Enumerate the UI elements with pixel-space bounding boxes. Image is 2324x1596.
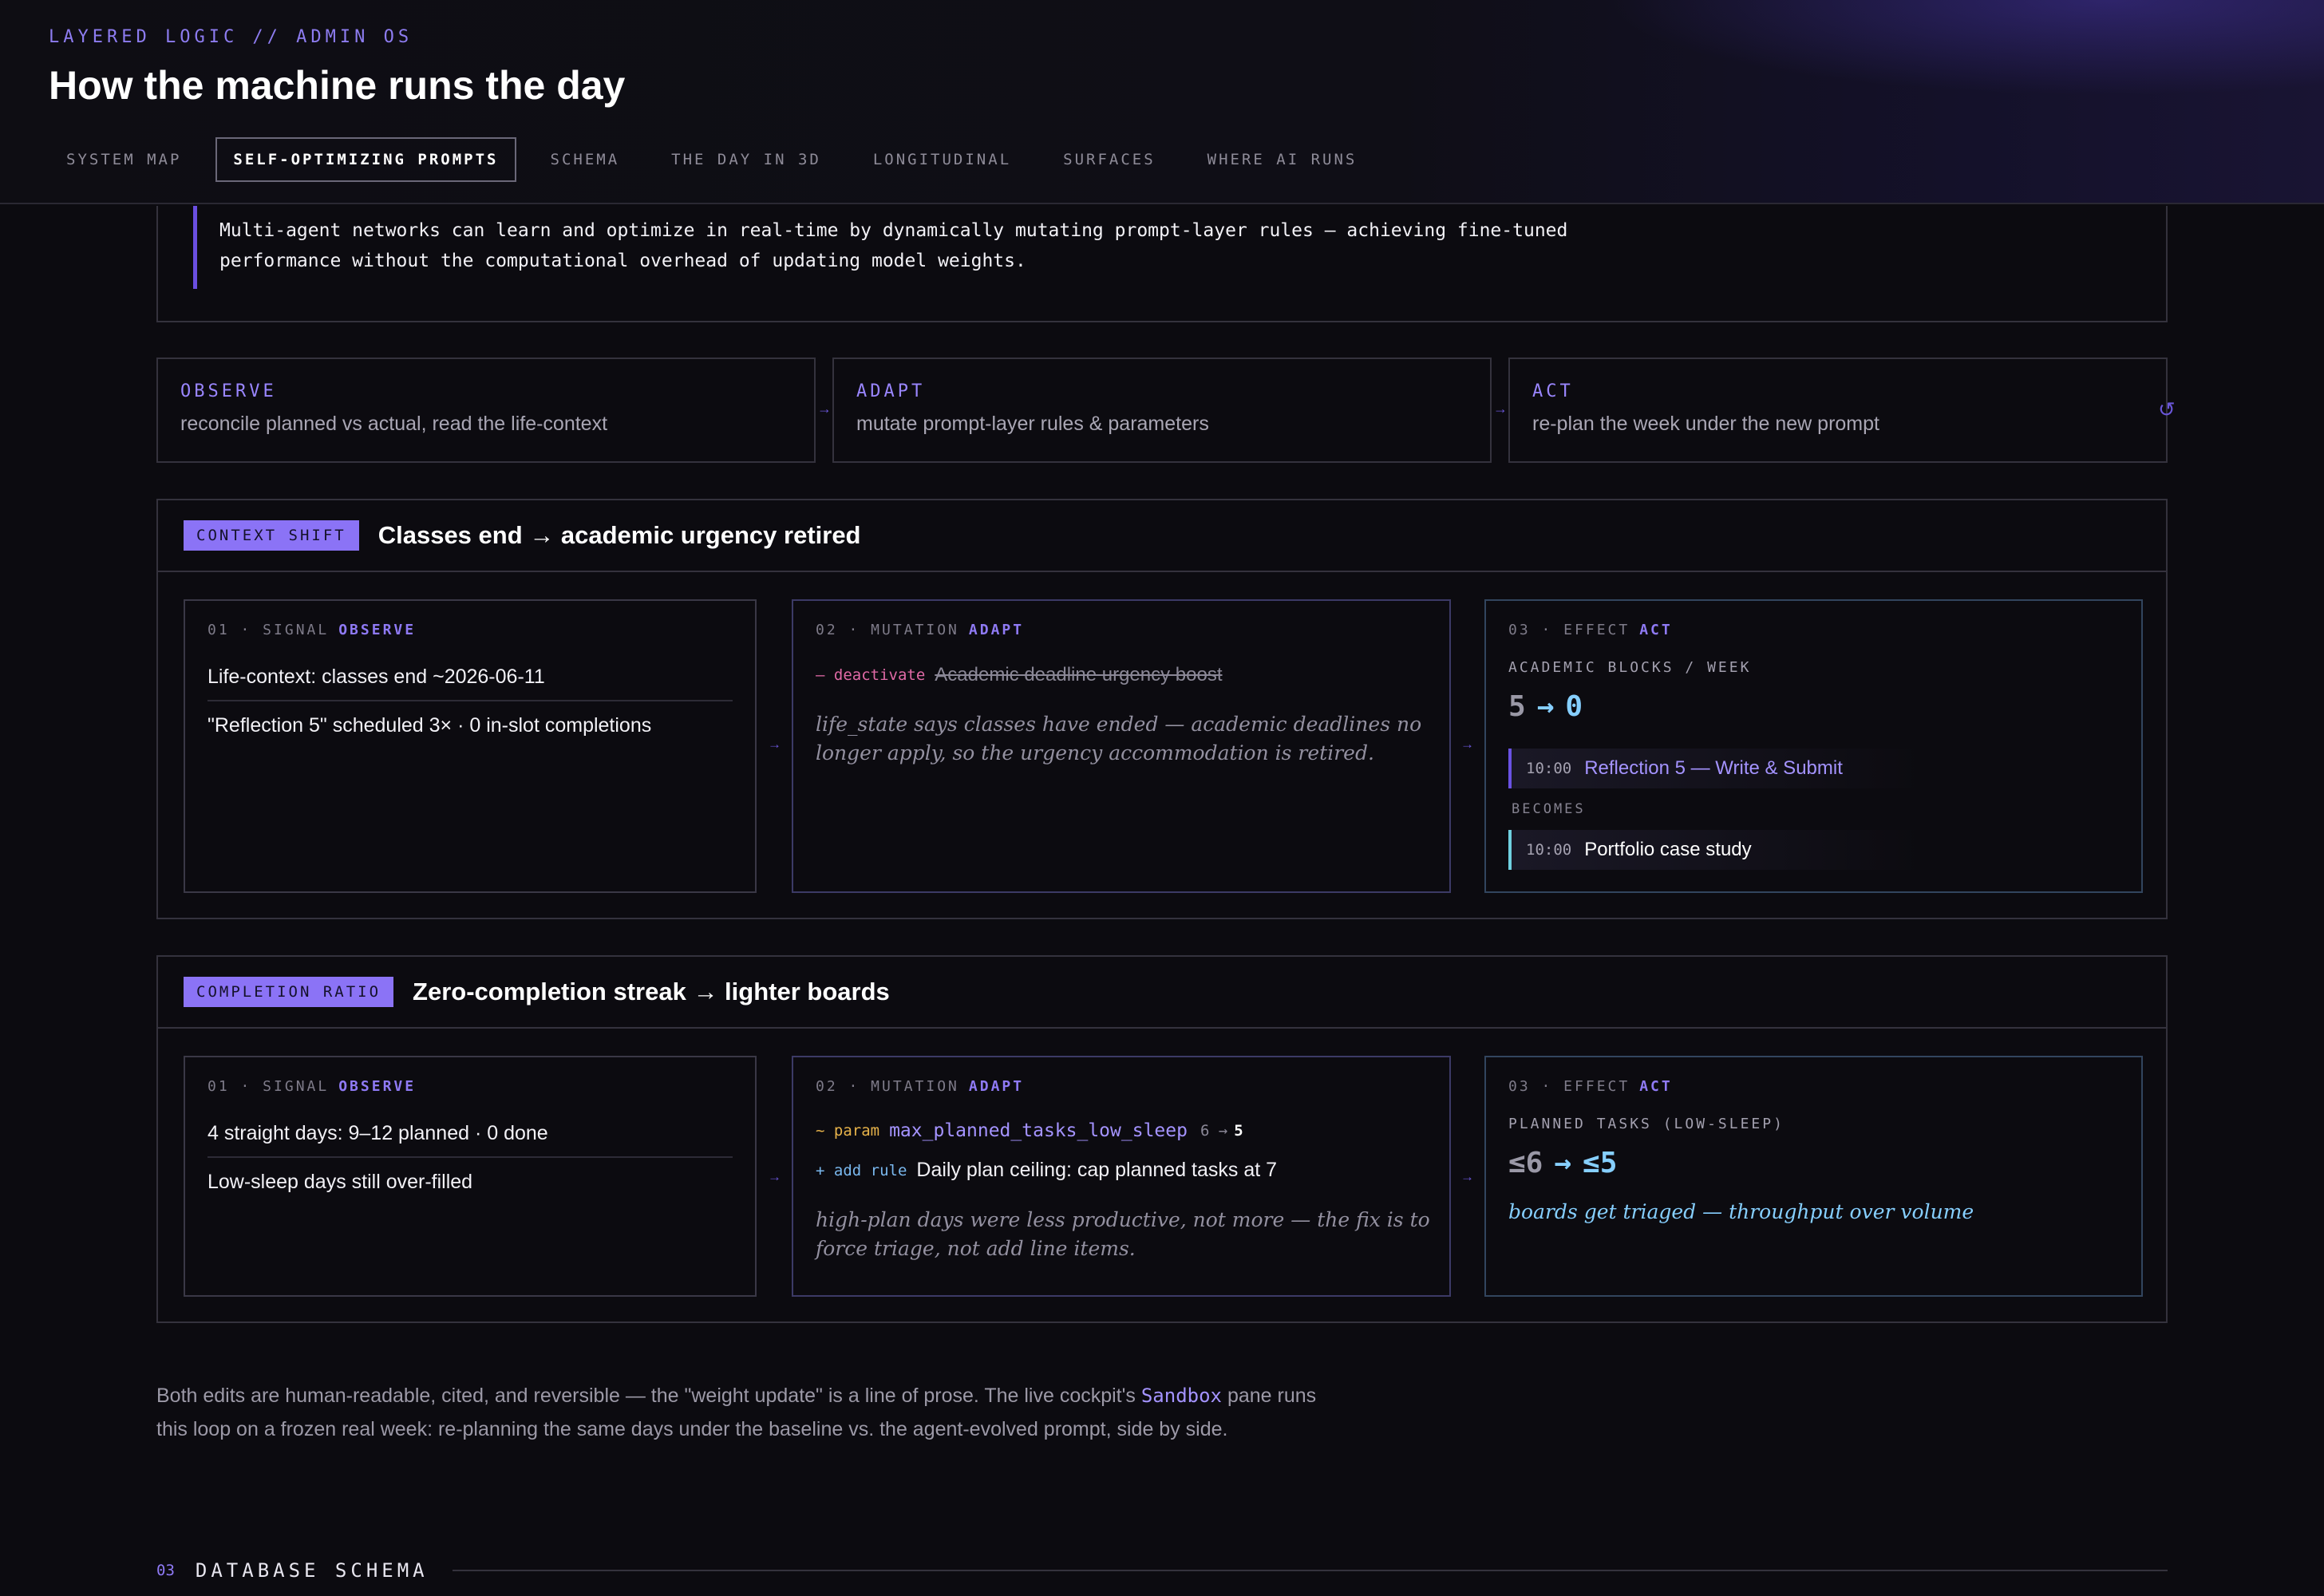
add-rule-row: + add rule Daily plan ceiling: cap plann…: [816, 1159, 1427, 1182]
arrow-right-icon: →: [817, 401, 832, 417]
panel-label: 01 · SIGNAL OBSERVE: [208, 622, 417, 638]
loop-card-observe: OBSERVE reconcile planned vs actual, rea…: [156, 358, 816, 463]
arrow-right-icon: →: [1460, 1169, 1474, 1184]
page-title: How the machine runs the day: [49, 63, 626, 108]
arrow-right-icon: →: [768, 1169, 781, 1184]
cycle-icon: ↺: [2158, 397, 2176, 421]
effect-panel: 03 · EFFECT ACT ACADEMIC BLOCKS / WEEK 5 →…: [1484, 599, 2143, 893]
effect-value: 5 → 0: [1508, 690, 1583, 723]
added-rule: Daily plan ceiling: cap planned tasks at…: [916, 1159, 1278, 1181]
tab-self-optimizing-prompts[interactable]: SELF-OPTIMIZING PROMPTS: [215, 137, 516, 182]
section-title: Zero-completion streak → lighter boards: [413, 978, 890, 1005]
arrow-right-icon: →: [1460, 737, 1474, 752]
footer-line-2: this loop on a frozen real week: re-plan…: [156, 1418, 1228, 1440]
section-title: Classes end → academic urgency retired: [377, 521, 861, 549]
signal-line: Life-context: classes end ~2026-06-11: [208, 666, 545, 688]
panel-label: 02 · MUTATION ADAPT: [816, 1078, 1025, 1095]
mutation-note: life_state says classes have ended — aca…: [816, 713, 1422, 764]
param-row: ~ param max_planned_tasks_low_sleep 6 → …: [816, 1120, 1427, 1141]
param-name: max_planned_tasks_low_sleep: [889, 1120, 1188, 1141]
section-header: CONTEXT SHIFT Classes end → academic urg…: [158, 500, 2166, 572]
loop-card-act: ACT re-plan the week under the new promp…: [1508, 358, 2168, 463]
section-badge: COMPLETION RATIO: [184, 977, 394, 1007]
divider: [208, 700, 733, 701]
footer-paragraph: Both edits are human-readable, cited, an…: [156, 1379, 1401, 1446]
signal-line: "Reflection 5" scheduled 3× · 0 in-slot …: [208, 714, 652, 737]
add-rule-tag: + add rule: [816, 1161, 907, 1179]
effect-metric-label: ACADEMIC BLOCKS / WEEK: [1508, 659, 1752, 676]
intro-line-2: performance without the computational ov…: [219, 251, 1026, 271]
loop-desc: reconcile planned vs actual, read the li…: [180, 413, 608, 435]
param-tag: ~ param: [816, 1122, 880, 1140]
app-header: LAYERED LOGIC // ADMIN OS How the machin…: [0, 0, 2324, 204]
panel-label: 01 · SIGNAL OBSERVE: [208, 1078, 417, 1095]
loop-desc: re-plan the week under the new prompt: [1532, 413, 1879, 435]
loop-key: OBSERVE: [180, 381, 277, 401]
arrow-right-icon: →: [768, 737, 781, 752]
tab-the-day-in-3d[interactable]: THE DAY IN 3D: [654, 137, 839, 182]
section-number: 03: [156, 1562, 175, 1579]
divider: [208, 1156, 733, 1158]
signal-panel: 01 · SIGNAL OBSERVE Life-context: classes…: [184, 599, 757, 893]
intro-line-1: Multi-agent networks can learn and optim…: [219, 220, 1568, 241]
tab-schema[interactable]: SCHEMA: [533, 137, 638, 182]
mutation-panel: 02 · MUTATION ADAPT ~ param max_planned_t…: [792, 1056, 1451, 1297]
intro-box: Multi-agent networks can learn and optim…: [156, 206, 2168, 322]
panel-label: 03 · EFFECT ACT: [1508, 622, 1673, 638]
effect-metric-label: PLANNED TASKS (LOW-SLEEP): [1508, 1116, 1785, 1132]
header-glow: [1606, 0, 2324, 96]
becomes-label: BECOMES: [1512, 801, 1586, 817]
effect-value: ≤6 → ≤5: [1508, 1147, 1618, 1179]
effect-note: boards get triaged — throughput over vol…: [1508, 1200, 1974, 1223]
signal-line: Low-sleep days still over-filled: [208, 1171, 473, 1193]
signal-panel: 01 · SIGNAL OBSERVE 4 straight days: 9–12…: [184, 1056, 757, 1297]
slot-before: 10:00 Reflection 5 — Write & Submit: [1508, 749, 1923, 788]
tab-system-map[interactable]: SYSTEM MAP: [49, 137, 199, 182]
sandbox-link[interactable]: Sandbox: [1141, 1385, 1222, 1407]
loop-card-adapt: ADAPT mutate prompt-layer rules & parame…: [832, 358, 1492, 463]
schema-section-heading: 03 DATABASE SCHEMA: [156, 1559, 2168, 1582]
effect-panel: 03 · EFFECT ACT PLANNED TASKS (LOW-SLEEP)…: [1484, 1056, 2143, 1297]
section-heading-title: DATABASE SCHEMA: [195, 1559, 429, 1582]
tab-longitudinal[interactable]: LONGITUDINAL: [856, 137, 1029, 182]
intro-quote: Multi-agent networks can learn and optim…: [193, 206, 1869, 289]
arrow-right-icon: →: [1493, 401, 1508, 417]
deactivate-tag: – deactivate: [816, 666, 926, 684]
section-completion-ratio: COMPLETION RATIO Zero-completion streak …: [156, 955, 2168, 1323]
slot-after: 10:00 Portfolio case study: [1508, 830, 1923, 870]
section-badge: CONTEXT SHIFT: [184, 520, 359, 551]
section-header: COMPLETION RATIO Zero-completion streak …: [158, 957, 2166, 1029]
section-context-shift: CONTEXT SHIFT Classes end → academic urg…: [156, 499, 2168, 919]
tab-where-ai-runs[interactable]: WHERE AI RUNS: [1190, 137, 1375, 182]
panel-label: 02 · MUTATION ADAPT: [816, 622, 1025, 638]
retired-rule: Academic deadline urgency boost: [935, 664, 1223, 685]
footer-line-1: Both edits are human-readable, cited, an…: [156, 1385, 1317, 1407]
loop-key: ACT: [1532, 381, 1574, 401]
panel-label: 03 · EFFECT ACT: [1508, 1078, 1673, 1095]
eyebrow: LAYERED LOGIC // ADMIN OS: [49, 27, 413, 47]
loop-row: OBSERVE reconcile planned vs actual, rea…: [156, 358, 2176, 463]
mutation-panel: 02 · MUTATION ADAPT – deactivate Academic…: [792, 599, 1451, 893]
heading-rule: [452, 1570, 2168, 1571]
tab-surfaces[interactable]: SURFACES: [1045, 137, 1173, 182]
param-to: 5: [1234, 1122, 1243, 1140]
signal-line: 4 straight days: 9–12 planned · 0 done: [208, 1122, 548, 1144]
tab-bar: SYSTEM MAP SELF-OPTIMIZING PROMPTS SCHEM…: [49, 137, 1391, 182]
param-from: 6 →: [1200, 1122, 1228, 1140]
mutation-op-row: – deactivate Academic deadline urgency b…: [816, 664, 1427, 686]
mutation-note: high-plan days were less productive, not…: [816, 1208, 1430, 1260]
loop-desc: mutate prompt-layer rules & parameters: [856, 413, 1209, 435]
loop-key: ADAPT: [856, 381, 926, 401]
